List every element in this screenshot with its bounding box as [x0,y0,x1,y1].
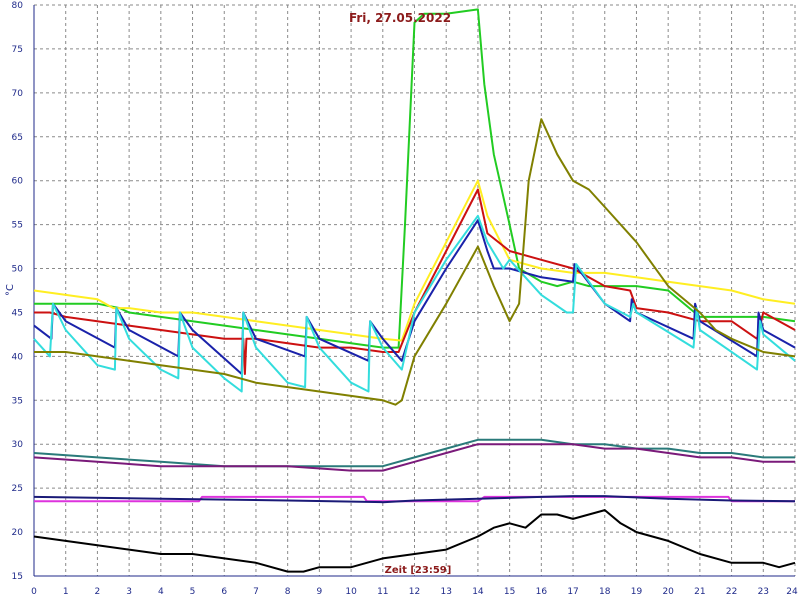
y-tick-label: 70 [12,89,24,99]
x-tick-label: 19 [631,587,643,597]
x-tick-label: 14 [472,587,484,597]
y-tick-label: 55 [12,221,23,231]
x-tick-label: 9 [317,587,323,597]
x-tick-label: 3 [126,587,132,597]
time-annotation: Zeit [23:59] [385,565,452,576]
y-tick-label: 30 [12,440,24,450]
y-tick-label: 80 [12,1,24,11]
y-tick-label: 60 [12,177,24,187]
y-tick-label: 75 [12,45,23,55]
x-tick-label: 13 [440,587,451,597]
x-tick-label: 0 [31,587,37,597]
y-tick-label: 35 [12,396,23,406]
x-tick-label: 11 [377,587,388,597]
x-tick-label: 8 [285,587,291,597]
y-axis-label: °C [5,284,16,296]
x-tick-label: 6 [221,587,227,597]
chart-canvas: 0 1 2 3 4 5 6 7 8 9 10 11 12 13 14 15 16 17 18 19 20 21 22 23 24… [0,0,800,600]
x-tick-label: 22 [726,587,737,597]
x-tick-label: 16 [536,587,548,597]
y-tick-label: 15 [12,572,23,582]
x-tick-label: 10 [345,587,357,597]
x-tick-label: 20 [662,587,674,597]
y-tick-label: 25 [12,484,23,494]
y-tick-label: 20 [12,528,24,538]
y-tick-label: 40 [12,352,24,362]
x-tick-label: 17 [567,587,578,597]
x-tick-label: 12 [409,587,420,597]
y-tick-label: 50 [12,265,24,275]
chart: 0 1 2 3 4 5 6 7 8 9 10 11 12 13 14 15 16 17 18 19 20 21 22 23 24… [0,0,800,600]
x-tick-label: 7 [253,587,259,597]
x-tick-label: 1 [63,587,69,597]
chart-title: Fri, 27.05.2022 [349,11,451,25]
x-tick-label: 24 [786,587,798,597]
x-tick-label: 21 [694,587,705,597]
x-tick-label: 4 [158,587,164,597]
x-tick-label: 18 [599,587,611,597]
x-tick-label: 23 [758,587,769,597]
y-tick-label: 45 [12,308,23,318]
x-tick-label: 5 [190,587,196,597]
x-tick-label: 15 [504,587,515,597]
x-tick-label: 2 [95,587,101,597]
y-tick-label: 65 [12,133,23,143]
